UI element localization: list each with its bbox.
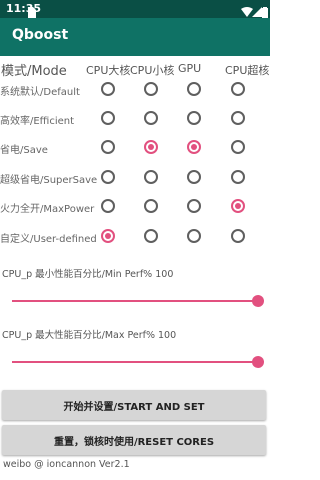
row-label: 高效率/Efficient bbox=[0, 116, 75, 127]
app-bar: Qboost bbox=[0, 18, 270, 56]
min-perf-slider[interactable] bbox=[12, 294, 264, 308]
row-label: 超级省电/SuperSave bbox=[0, 175, 98, 186]
max-perf-slider-thumb[interactable] bbox=[252, 356, 264, 368]
radio-button[interactable] bbox=[144, 199, 158, 213]
row-label: 系统默认/Default bbox=[0, 87, 80, 98]
column-header-cpu-big: CPU大核 bbox=[86, 64, 131, 77]
start-and-set-button[interactable]: 开始并设置/START AND SET bbox=[2, 390, 266, 420]
radio-button[interactable] bbox=[187, 229, 201, 243]
radio-button[interactable] bbox=[231, 140, 245, 154]
min-perf-slider-track bbox=[12, 300, 258, 302]
radio-button[interactable] bbox=[231, 229, 245, 243]
radio-button[interactable] bbox=[231, 111, 245, 125]
radio-button[interactable] bbox=[231, 82, 245, 96]
radio-button[interactable] bbox=[231, 170, 245, 184]
radio-button[interactable] bbox=[144, 111, 158, 125]
max-perf-slider[interactable] bbox=[12, 355, 264, 369]
radio-button[interactable] bbox=[101, 170, 115, 184]
column-header-cpu-little: CPU小核 bbox=[130, 64, 175, 77]
radio-button[interactable] bbox=[187, 82, 201, 96]
radio-button[interactable] bbox=[101, 229, 115, 243]
radio-button[interactable] bbox=[101, 82, 115, 96]
reset-cores-button[interactable]: 重置，锁核时使用/RESET CORES bbox=[2, 425, 266, 455]
radio-button[interactable] bbox=[231, 199, 245, 213]
max-perf-slider-track bbox=[12, 361, 258, 363]
min-perf-slider-thumb[interactable] bbox=[252, 295, 264, 307]
radio-button[interactable] bbox=[144, 170, 158, 184]
row-label: 自定义/User-defined bbox=[0, 234, 97, 245]
radio-button[interactable] bbox=[101, 140, 115, 154]
row-label: 火力全开/MaxPower bbox=[0, 204, 95, 215]
footer-version: weibo @ ioncannon Ver2.1 bbox=[3, 459, 130, 470]
radio-button[interactable] bbox=[144, 140, 158, 154]
radio-button[interactable] bbox=[187, 111, 201, 125]
radio-button[interactable] bbox=[144, 229, 158, 243]
radio-button[interactable] bbox=[187, 199, 201, 213]
radio-button[interactable] bbox=[101, 111, 115, 125]
app-title: Qboost bbox=[12, 27, 69, 43]
column-header-gpu: GPU bbox=[178, 62, 202, 75]
mode-header: 模式/Mode bbox=[1, 64, 67, 79]
column-header-cpu-prime: CPU超核 bbox=[225, 64, 270, 77]
max-perf-label: CPU_p 最大性能百分比/Max Perf% 100 bbox=[2, 330, 177, 341]
min-perf-label: CPU_p 最小性能百分比/Min Perf% 100 bbox=[2, 269, 174, 280]
radio-button[interactable] bbox=[187, 140, 201, 154]
radio-button[interactable] bbox=[101, 199, 115, 213]
radio-button[interactable] bbox=[187, 170, 201, 184]
status-bar: 11:35 bbox=[0, 0, 270, 18]
row-label: 省电/Save bbox=[0, 145, 48, 156]
radio-button[interactable] bbox=[144, 82, 158, 96]
